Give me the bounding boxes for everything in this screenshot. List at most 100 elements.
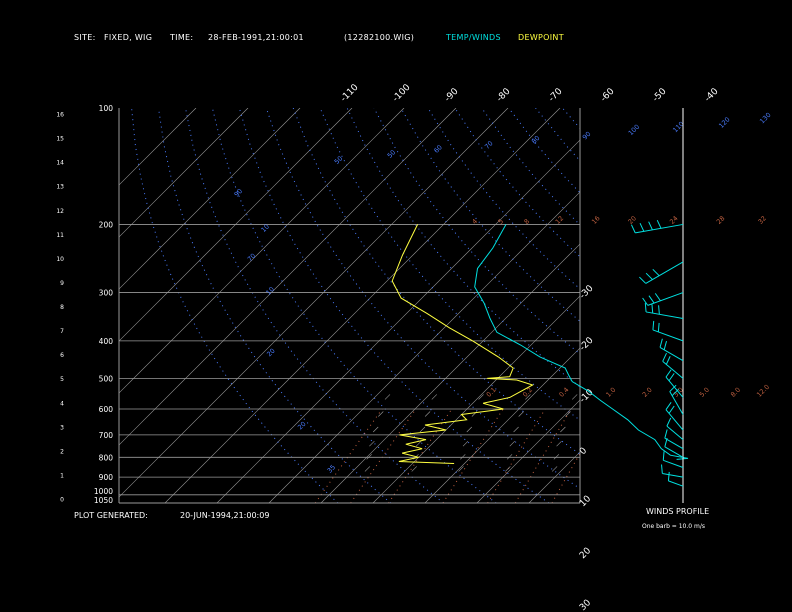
moist-adiabat-tick: [372, 426, 379, 433]
adiabat-label: 20: [296, 420, 308, 432]
dry-adiabat-line: [724, 108, 792, 503]
isotherm-line: [164, 108, 561, 503]
pressure-label-700: 700: [99, 431, 114, 440]
wind-barb-flag: [664, 429, 668, 439]
pressure-label-800: 800: [99, 453, 114, 462]
wind-barb-flag: [666, 417, 672, 427]
adiabat-label: 90: [581, 130, 593, 142]
wind-barb-flag: [657, 322, 660, 332]
height-tick-11: 11: [56, 232, 64, 239]
wind-barb-flag: [648, 295, 655, 304]
pressure-label-1050: 1050: [94, 496, 113, 505]
isotherm-label-top: -40: [703, 86, 721, 104]
wind-barb-flag: [662, 352, 667, 362]
wind-barb-staff: [662, 472, 684, 478]
adiabat-label: 60: [432, 143, 444, 155]
adiabat-label: 50: [386, 148, 398, 160]
isotherm-label-top: -60: [599, 86, 617, 104]
height-tick-8: 8: [60, 304, 64, 311]
adiabat-label: 10: [264, 285, 276, 297]
moist-adiabat-tick: [369, 441, 375, 447]
adiabat-label: 50: [333, 154, 345, 166]
dry-adiabat-line: [373, 108, 580, 355]
height-tick-14: 14: [56, 160, 64, 167]
moist-adiabat-tick: [571, 394, 578, 400]
isotherm-line: [685, 108, 792, 503]
height-tick-4: 4: [60, 400, 64, 407]
mixing-ratio-line: [620, 409, 670, 503]
adiabat-label: 20: [265, 347, 277, 359]
adiabat-label: 130: [758, 111, 772, 125]
mixing-ratio-label: 20: [627, 214, 639, 226]
pressure-label-600: 600: [99, 405, 114, 414]
moist-adiabat-tick: [424, 411, 431, 417]
moist-adiabat-tick: [518, 411, 524, 417]
moist-adiabat-tick: [551, 466, 558, 472]
isotherm-label-top: -90: [443, 86, 461, 104]
moist-adiabat-tick: [553, 454, 560, 460]
dry-adiabat-line: [454, 108, 580, 258]
wind-barb-flag: [648, 221, 653, 231]
wind-barb-flag: [654, 293, 661, 302]
moist-adiabat-tick: [560, 426, 566, 433]
height-tick-13: 13: [56, 184, 64, 191]
height-tick-9: 9: [60, 280, 64, 287]
isotherm-line: [119, 108, 197, 186]
dry-adiabat-line: [238, 108, 550, 503]
dry-adiabat-line: [590, 108, 792, 503]
wind-barb-flag: [668, 373, 675, 382]
pressure-label-100: 100: [99, 104, 114, 113]
wind-barb-flag: [659, 338, 663, 348]
isotherm-label-top: -50: [651, 86, 669, 104]
isotherm-line: [424, 347, 580, 503]
isotherm-line: [528, 451, 580, 503]
isotherm-label-right: -20: [578, 335, 596, 353]
moist-adiabat-tick: [419, 426, 426, 433]
moist-adiabat-tick: [556, 441, 562, 447]
moist-adiabat-tick: [460, 454, 466, 460]
isotherm-line: [119, 108, 301, 290]
moist-adiabat-tick: [509, 441, 515, 447]
isotherm-line: [268, 191, 580, 503]
isotherm-line: [320, 243, 580, 503]
isotherm-line: [119, 108, 509, 498]
moist-adiabat-tick: [378, 411, 384, 417]
adiabat-label: 90: [233, 187, 245, 199]
dry-adiabat-line: [481, 108, 580, 226]
dry-adiabat-line: [319, 108, 580, 421]
wind-barb-flag: [665, 402, 672, 411]
isotherm-label-top: -110: [339, 82, 361, 104]
dry-adiabat-line: [211, 108, 497, 503]
wind-barb-flag: [651, 304, 654, 314]
isotherm-line: [372, 295, 580, 503]
wind-barb-staff: [652, 329, 684, 342]
dry-adiabat-line: [670, 108, 792, 503]
wind-barb-flag: [652, 320, 655, 330]
wind-barb-flag: [644, 302, 647, 312]
wind-barb-flag: [663, 340, 667, 350]
skew-t-diagram: 1002003004005006007008009001000105001234…: [56, 82, 792, 612]
dry-adiabat-line: [616, 108, 792, 503]
dry-adiabat-line: [265, 108, 580, 490]
wind-barb-flag: [652, 268, 660, 277]
moist-adiabat-tick: [506, 454, 513, 460]
isotherm-label-top: -100: [391, 82, 413, 104]
isotherm-line: [119, 108, 405, 394]
mixing-ratio-label: 28: [715, 214, 727, 226]
wind-barb-flag: [656, 219, 662, 229]
height-tick-16: 16: [56, 112, 64, 119]
dry-adiabat-line: [158, 108, 392, 503]
isotherm-label-right: -30: [578, 283, 596, 301]
pressure-label-900: 900: [99, 473, 114, 482]
moist-adiabat-tick: [466, 426, 472, 433]
height-tick-0: 0: [60, 497, 64, 504]
wind-barb-staff: [668, 480, 684, 487]
height-tick-5: 5: [60, 376, 64, 383]
wind-barb-flag: [639, 276, 647, 284]
wind-barb-flag: [667, 471, 670, 481]
isotherm-label-right: 20: [578, 546, 593, 561]
mixing-ratio-label: 2.0: [641, 386, 654, 399]
height-tick-3: 3: [60, 424, 64, 431]
pressure-label-1000: 1000: [94, 487, 113, 496]
mixing-ratio-label: 16: [590, 214, 602, 226]
